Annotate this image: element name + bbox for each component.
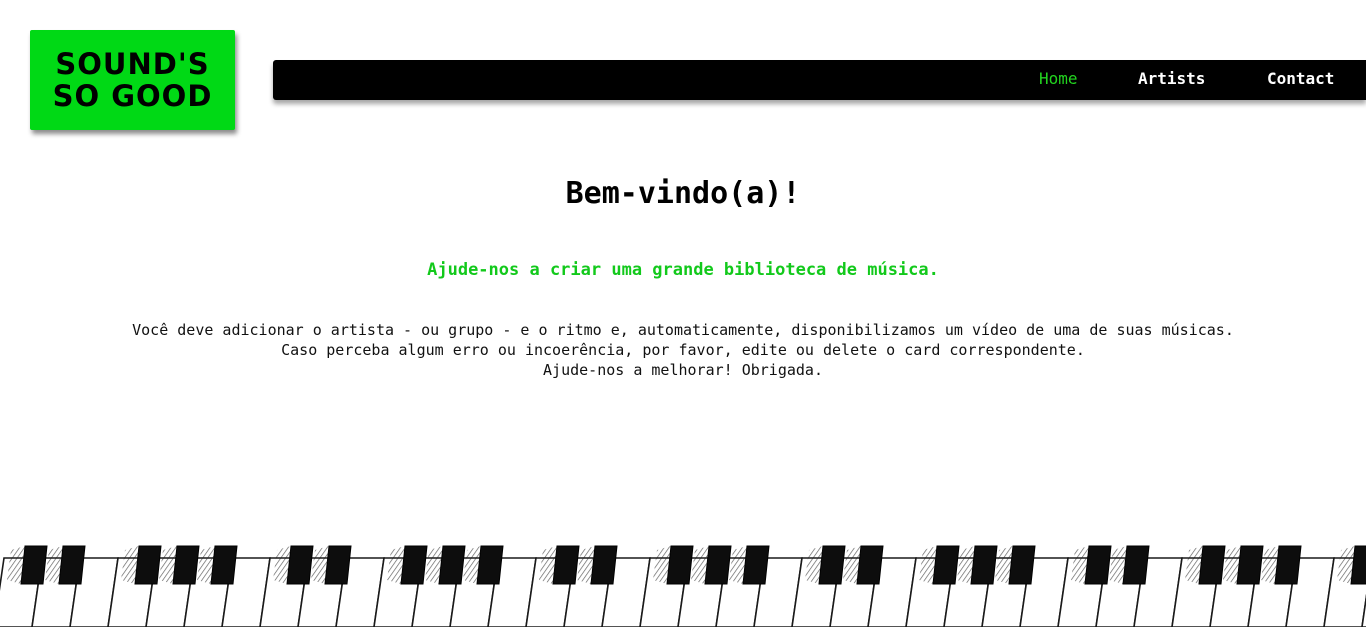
black-key [856,545,884,585]
nav-link-artists[interactable]: Artists [1138,60,1205,100]
black-key [818,545,846,585]
black-key [134,545,162,585]
black-key [400,545,428,585]
black-key [1008,545,1036,585]
black-key [742,545,770,585]
black-key [286,545,314,585]
black-key [704,545,732,585]
nav-link-home[interactable]: Home [1039,60,1078,100]
page: SOUND'S SO GOOD Home Artists Contact Bem… [0,0,1366,627]
black-key [590,545,618,585]
black-key [552,545,580,585]
page-subtitle: Ajude-nos a criar uma grande biblioteca … [427,260,939,280]
intro-line-1: Você deve adicionar o artista - ou grupo… [132,321,1234,339]
black-key [1236,545,1264,585]
black-key [1198,545,1226,585]
black-key [20,545,48,585]
black-key [1084,545,1112,585]
black-key [970,545,998,585]
black-key [1274,545,1302,585]
site-logo[interactable]: SOUND'S SO GOOD [30,30,235,130]
intro-paragraph: Você deve adicionar o artista - ou grupo… [0,320,1366,380]
main-navbar: Home Artists Contact [273,60,1366,100]
intro-line-2: Caso perceba algum erro ou incoerência, … [281,341,1085,359]
intro-line-3: Ajude-nos a melhorar! Obrigada. [543,361,823,379]
nav-link-contact[interactable]: Contact [1267,60,1334,100]
black-key [1122,545,1150,585]
black-key [932,545,960,585]
black-key [666,545,694,585]
page-title: Bem-vindo(a)! [565,176,801,211]
logo-line-2: SO GOOD [52,79,213,113]
black-key [172,545,200,585]
logo-line-1: SOUND'S [55,47,210,81]
black-key [58,545,86,585]
black-key [438,545,466,585]
black-key [210,545,238,585]
black-key [324,545,352,585]
piano-keys-image [0,545,1366,627]
black-key [476,545,504,585]
